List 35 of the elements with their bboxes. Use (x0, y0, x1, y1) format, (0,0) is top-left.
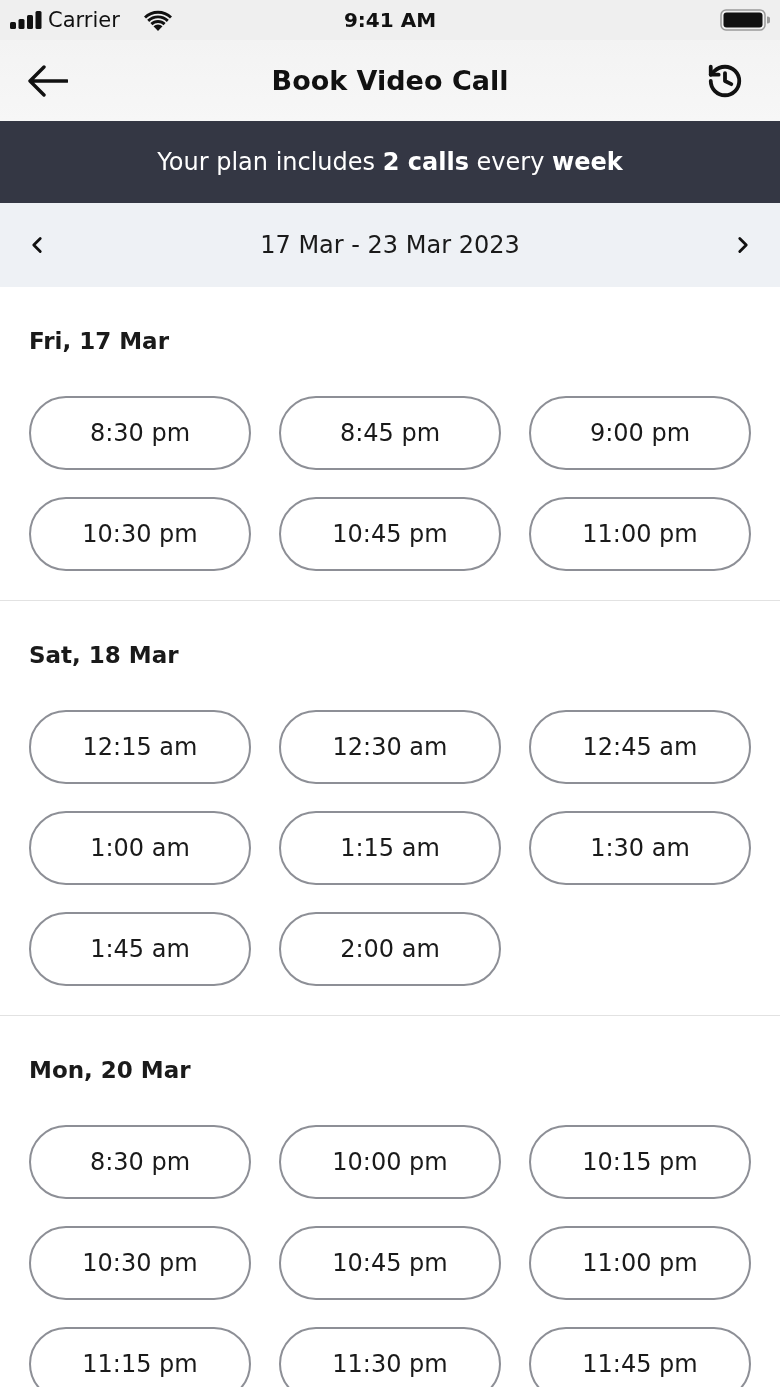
battery-icon (720, 9, 770, 31)
time-slot-button[interactable]: 12:30 am (279, 710, 501, 784)
time-slot-button[interactable]: 1:15 am (279, 811, 501, 885)
time-slot-button[interactable]: 10:15 pm (529, 1125, 751, 1199)
time-slot-button[interactable]: 9:00 pm (529, 396, 751, 470)
time-slot-button[interactable]: 1:45 am (29, 912, 251, 986)
day-heading: Sat, 18 Mar (29, 641, 179, 669)
carrier-label: Carrier (48, 8, 120, 32)
time-slot-button[interactable]: 11:00 pm (529, 497, 751, 571)
day-heading: Mon, 20 Mar (29, 1056, 191, 1084)
time-slot-button[interactable]: 11:00 pm (529, 1226, 751, 1300)
plan-banner-text: Your plan includes 2 calls every week (157, 148, 623, 176)
time-slot-button[interactable]: 10:30 pm (29, 497, 251, 571)
time-slot-button[interactable]: 11:30 pm (279, 1327, 501, 1387)
status-time: 9:41 AM (343, 8, 437, 32)
time-slot-button[interactable]: 8:30 pm (29, 396, 251, 470)
time-slot-button[interactable]: 1:30 am (529, 811, 751, 885)
time-slot-button[interactable]: 12:15 am (29, 710, 251, 784)
time-slot-button[interactable]: 10:00 pm (279, 1125, 501, 1199)
back-arrow-icon[interactable] (28, 64, 68, 97)
time-slot-button[interactable]: 11:45 pm (529, 1327, 751, 1387)
time-slot-button[interactable]: 11:15 pm (29, 1327, 251, 1387)
wifi-icon (143, 9, 172, 31)
screen-title: Book Video Call (271, 65, 509, 96)
time-slot-button[interactable]: 10:45 pm (279, 1226, 501, 1300)
day-heading: Fri, 17 Mar (29, 327, 169, 355)
time-slot-button[interactable]: 2:00 am (279, 912, 501, 986)
time-slot-button[interactable]: 1:00 am (29, 811, 251, 885)
time-slot-button[interactable]: 10:45 pm (279, 497, 501, 571)
signal-icon (10, 11, 42, 29)
time-slot-button[interactable]: 8:30 pm (29, 1125, 251, 1199)
week-range: 17 Mar - 23 Mar 2023 (260, 231, 520, 259)
time-slot-button[interactable]: 10:30 pm (29, 1226, 251, 1300)
time-slot-button[interactable]: 12:45 am (529, 710, 751, 784)
time-slot-button[interactable]: 8:45 pm (279, 396, 501, 470)
